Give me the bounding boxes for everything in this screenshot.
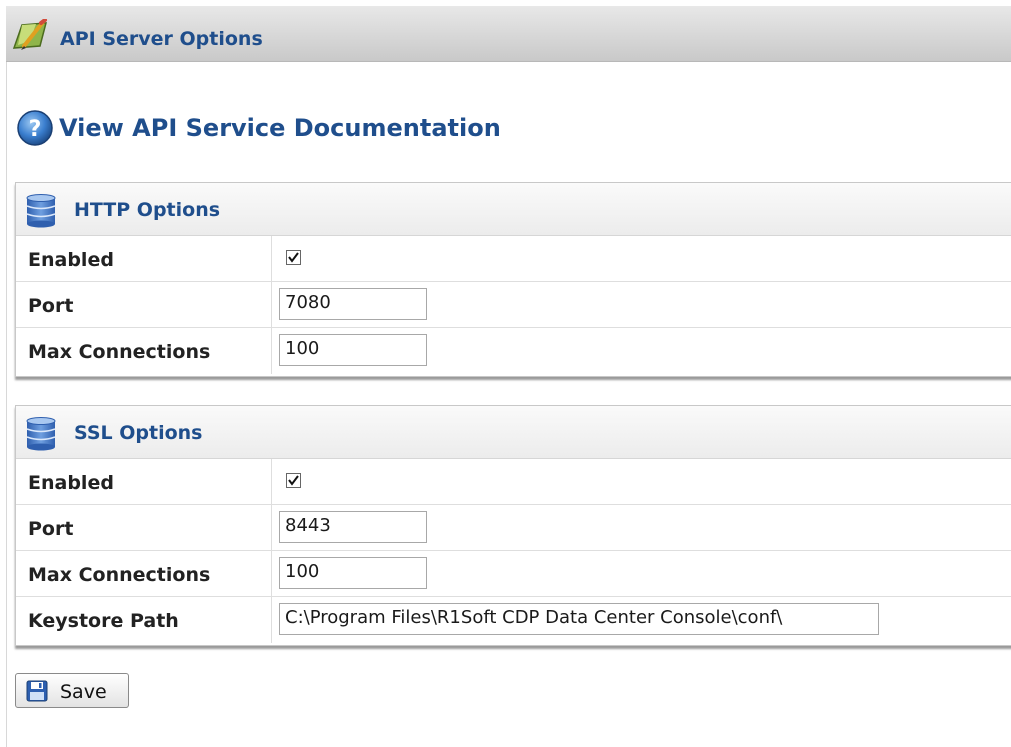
save-button-label[interactable]: Save: [60, 681, 107, 703]
ssl-max-connections-row: Max Connections 100: [16, 551, 1011, 597]
http-max-connections-label: Max Connections: [28, 341, 211, 363]
http-port-row: Port 7080: [16, 282, 1011, 328]
http-enabled-label: Enabled: [28, 249, 114, 271]
ssl-options-panel: SSL Options Enabled Port 8443 Max Connec…: [15, 405, 1011, 646]
ssl-keystore-path-label: Keystore Path: [28, 610, 179, 632]
view-api-documentation-link[interactable]: ? View API Service Documentation: [15, 108, 501, 148]
http-enabled-row: Enabled: [16, 236, 1011, 282]
ssl-enabled-label: Enabled: [28, 472, 114, 494]
floppy-disk-icon: [26, 680, 48, 702]
page-left-border: [6, 62, 7, 747]
database-icon: [26, 194, 56, 228]
ssl-enabled-row: Enabled: [16, 459, 1011, 505]
ssl-keystore-path-row: Keystore Path C:\Program Files\R1Soft CD…: [16, 597, 1011, 643]
http-max-connections-input[interactable]: 100: [279, 334, 427, 366]
ssl-keystore-path-input[interactable]: C:\Program Files\R1Soft CDP Data Center …: [279, 603, 879, 635]
ssl-max-connections-input[interactable]: 100: [279, 557, 427, 589]
checkmark-icon: [288, 252, 299, 263]
ssl-port-input[interactable]: 8443: [279, 511, 427, 543]
ssl-max-connections-label: Max Connections: [28, 564, 211, 586]
http-port-input[interactable]: 7080: [279, 288, 427, 320]
http-enabled-checkbox[interactable]: [286, 250, 301, 265]
checkmark-icon: [288, 475, 299, 486]
ssl-options-title: SSL Options: [74, 422, 203, 444]
svg-text:?: ?: [29, 117, 42, 142]
save-button[interactable]: Save: [15, 673, 129, 708]
ssl-port-label: Port: [28, 518, 74, 540]
http-options-title: HTTP Options: [74, 199, 221, 221]
doc-link-label[interactable]: View API Service Documentation: [59, 114, 501, 142]
http-options-header: HTTP Options: [16, 183, 1011, 236]
pencil-app-icon: [12, 19, 47, 50]
window-title: API Server Options: [60, 28, 263, 50]
http-max-connections-row: Max Connections 100: [16, 328, 1011, 374]
title-bar: API Server Options: [6, 6, 1011, 62]
database-icon: [26, 417, 56, 451]
ssl-port-row: Port 8443: [16, 505, 1011, 551]
help-icon: ?: [17, 110, 53, 146]
ssl-options-header: SSL Options: [16, 406, 1011, 459]
http-port-label: Port: [28, 295, 74, 317]
http-options-panel: HTTP Options Enabled Port 7080 Max Conne…: [15, 182, 1011, 377]
ssl-enabled-checkbox[interactable]: [286, 473, 301, 488]
